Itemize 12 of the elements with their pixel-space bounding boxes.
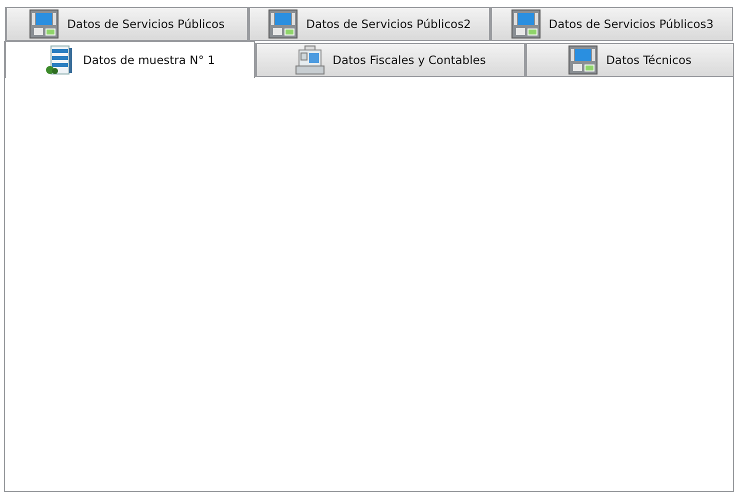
- atm-icon: [29, 9, 60, 39]
- tab[interactable]: Datos de muestra N° 1: [4, 41, 255, 78]
- building-icon: [44, 45, 75, 75]
- tab[interactable]: Datos Fiscales y Contables: [254, 43, 525, 77]
- tab[interactable]: Datos de Servicios Públicos3: [490, 7, 734, 41]
- atm-icon: [568, 45, 598, 75]
- atm-icon: [268, 9, 298, 39]
- tab[interactable]: Datos Técnicos: [524, 43, 734, 77]
- cash-register-icon: [294, 45, 325, 75]
- atm-icon: [510, 9, 541, 39]
- tab[interactable]: Datos de Servicios Públicos2: [248, 7, 490, 41]
- tab[interactable]: Datos de Servicios Públicos: [5, 7, 248, 41]
